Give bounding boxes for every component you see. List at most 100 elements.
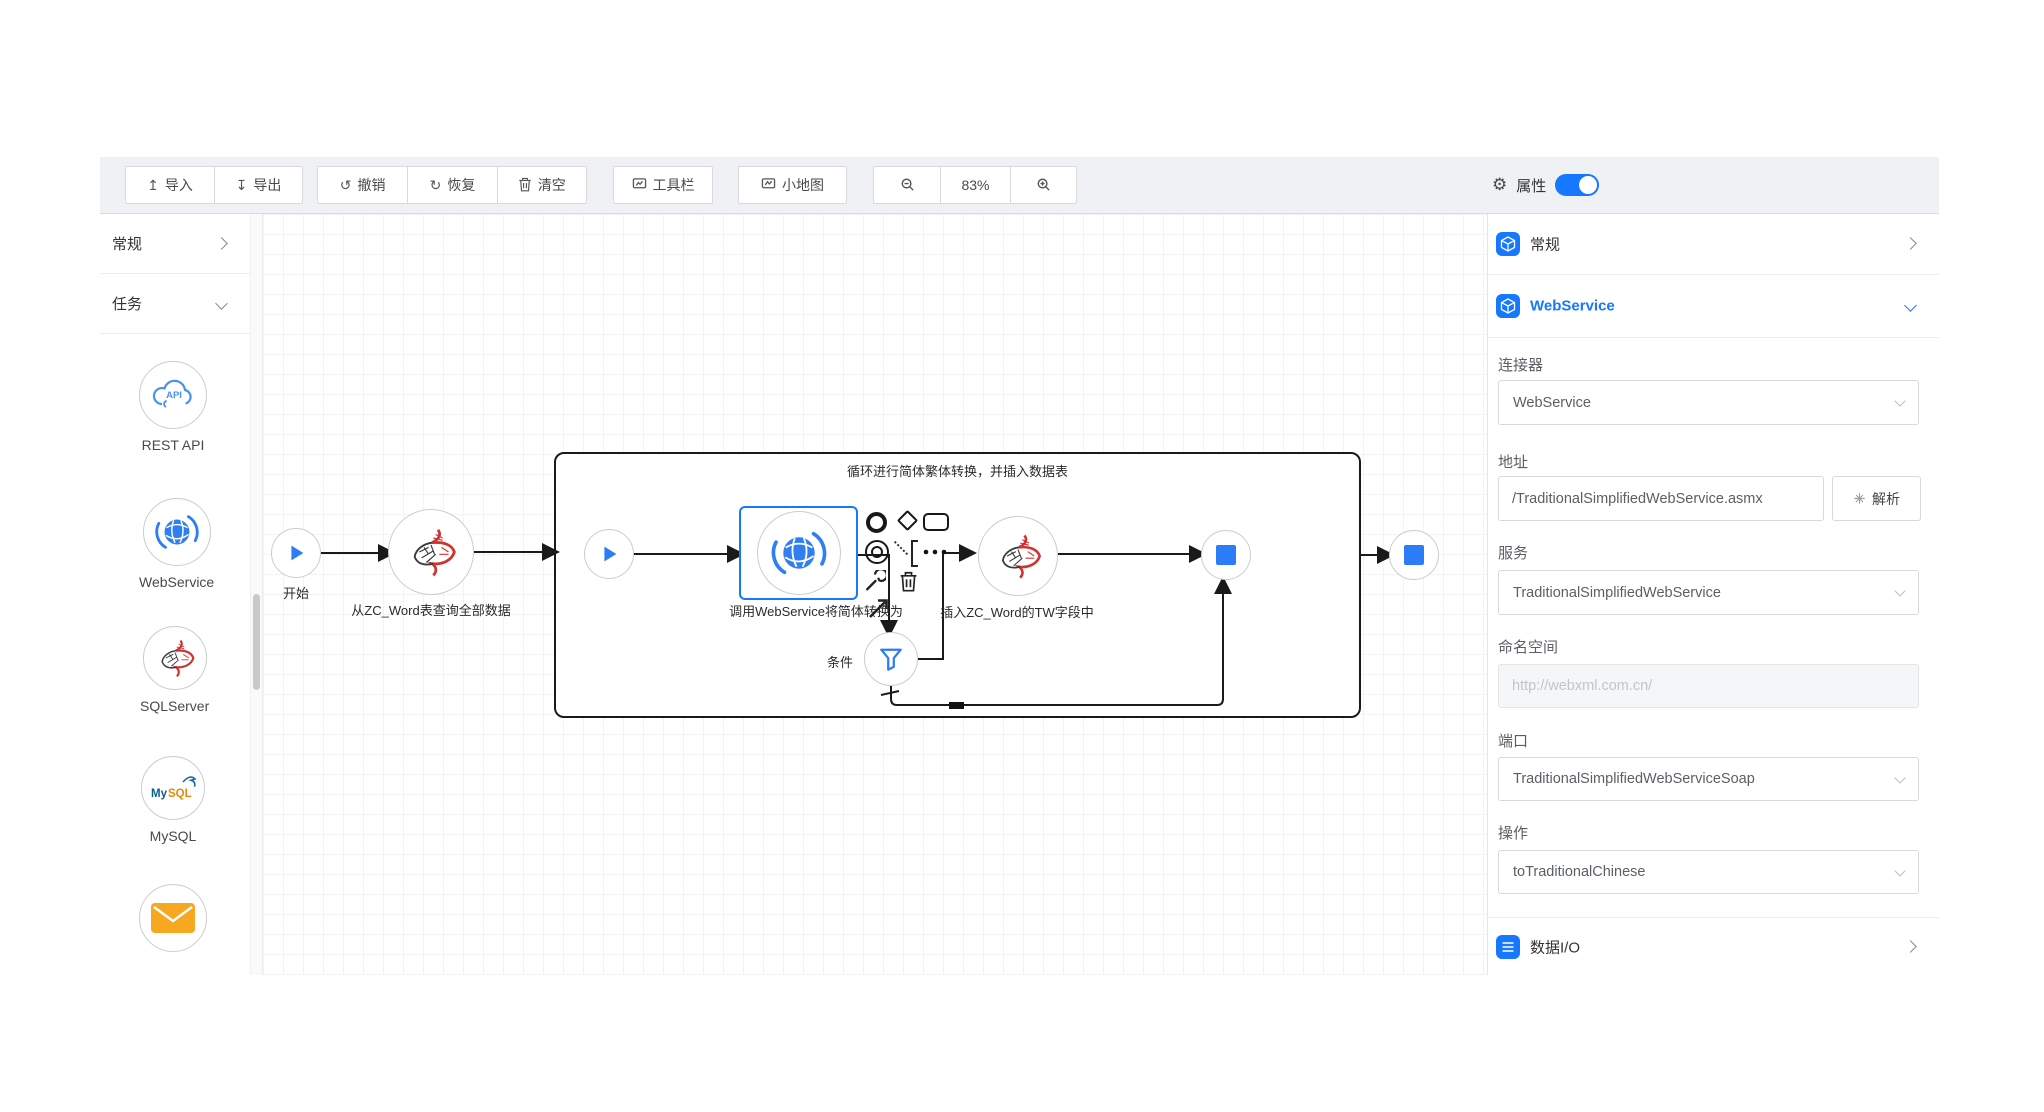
loop-end-node[interactable] [1201,530,1251,580]
filter-icon [878,646,904,672]
mysql-logo-icon: My SQL [141,756,205,820]
insert-sqlserver-node[interactable] [978,516,1058,596]
svg-text:My: My [151,788,168,800]
connector-select[interactable]: WebService [1498,380,1919,425]
stop-icon [1404,545,1424,565]
toolbox-label: 工具栏 [653,175,695,195]
sidebar-section-tasks-label: 任务 [112,293,142,314]
panel-section-webservice[interactable]: WebService [1488,275,1939,338]
properties-control: ⚙ 属性 [1492,166,1599,204]
condition-node[interactable] [864,632,918,686]
parse-spark-icon [1853,492,1866,505]
svg-text:SQL: SQL [168,788,192,800]
sidebar-section-general[interactable]: 常规 [100,214,250,274]
toggle-knob [1579,176,1597,194]
zoom-in-icon [1036,177,1051,194]
toolbar-group-toolbox: 工具栏 [613,166,713,204]
wrench-icon[interactable] [864,570,886,592]
service-select[interactable]: TraditionalSimplifiedWebService [1498,570,1919,615]
import-button[interactable]: ↥ 导入 [126,167,214,203]
cube-icon [1496,294,1520,318]
export-button[interactable]: ↧ 导出 [214,167,302,203]
sqlserver-logo-icon [992,530,1044,582]
trash-icon[interactable] [898,570,919,593]
toolbox-icon [632,177,647,193]
sidebar-scrollbar-thumb[interactable] [253,594,260,690]
port-value: TraditionalSimplifiedWebServiceSoap [1513,771,1896,787]
start-node[interactable] [271,528,321,578]
export-label: 导出 [253,175,281,195]
clear-button[interactable]: 清空 [497,167,586,203]
arrow-up-right-icon[interactable] [867,596,891,620]
properties-label: 属性 [1516,175,1546,196]
palette-item-label: REST API [142,437,205,453]
import-icon: ↥ [147,178,159,192]
palette-item-sqlserver[interactable]: SQLServer [140,626,209,714]
panel-section-general[interactable]: 常规 [1488,214,1939,275]
sidebar-scrollbar[interactable] [250,214,262,975]
parse-button[interactable]: 解析 [1832,476,1921,521]
properties-toggle[interactable] [1555,174,1599,196]
palette-bracket-button[interactable] [911,540,918,567]
palette-item-mysql[interactable]: My SQL MySQL [141,756,205,844]
toolbar-group-edit: ↺ 撤销 ↻ 恢复 清空 [317,166,587,204]
rest-api-icon: API [139,361,207,429]
chevron-right-icon [1906,938,1915,956]
minimap-button[interactable]: 小地图 [739,167,846,203]
flow-designer-app: ↥ 导入 ↧ 导出 ↺ 撤销 ↻ 恢复 清空 [100,157,1939,975]
redo-label: 恢复 [447,175,475,195]
service-value: TraditionalSimplifiedWebService [1513,585,1896,601]
sidebar-section-tasks[interactable]: 任务 [100,274,250,334]
webservice-globe-icon [757,511,841,595]
namespace-field-label: 命名空间 [1498,636,1558,657]
svg-text:API: API [166,390,182,401]
sqlserver-logo-icon [403,524,459,580]
play-icon [598,543,620,565]
webservice-globe-icon [143,498,211,566]
redo-button[interactable]: ↻ 恢复 [407,167,496,203]
toolbar-group-io: ↥ 导入 ↧ 导出 [125,166,303,204]
operation-select[interactable]: toTraditionalChinese [1498,850,1919,894]
palette-rect-node-button[interactable] [923,513,949,531]
address-input[interactable] [1498,476,1824,521]
palette-item-rest-api[interactable]: API REST API [139,361,207,453]
toolbox-button[interactable]: 工具栏 [614,167,712,203]
zoom-out-button[interactable] [874,167,940,203]
palette-double-circle-button[interactable] [865,540,889,564]
end-node[interactable] [1389,530,1439,580]
toolbar-group-minimap: 小地图 [738,166,847,204]
flow-canvas[interactable]: 循环进行简体繁体转换，并插入数据表 [262,214,1487,975]
chevron-down-icon [1894,395,1905,406]
chevron-right-icon [217,235,226,253]
operation-field-label: 操作 [1498,822,1528,843]
query-sqlserver-node[interactable] [388,509,474,595]
palette-item-webservice[interactable]: WebService [139,498,214,590]
palette-circle-node-button[interactable] [866,512,887,533]
zoom-level-value: 83% [961,177,989,193]
chevron-down-icon [1906,297,1915,315]
palette-item-label: MySQL [150,828,197,844]
trash-icon [518,177,532,194]
connector-field-label: 连接器 [1498,354,1543,375]
port-select[interactable]: TraditionalSimplifiedWebServiceSoap [1498,757,1919,801]
undo-button[interactable]: ↺ 撤销 [318,167,407,203]
zoom-level[interactable]: 83% [940,167,1009,203]
zoom-in-button[interactable] [1010,167,1076,203]
webservice-node-selected[interactable] [739,506,858,600]
palette-item-email[interactable] [139,884,207,952]
export-icon: ↧ [236,178,248,192]
port-field-label: 端口 [1498,730,1528,751]
service-field-label: 服务 [1498,542,1528,563]
chevron-down-icon [1894,865,1905,876]
operation-value: toTraditionalChinese [1513,864,1896,880]
play-icon [285,542,307,564]
connector-value: WebService [1513,395,1896,411]
workspace: 常规 任务 API REST API [100,214,1939,975]
insert-node-label: 插入ZC_Word的TW字段中 [940,602,1094,621]
gear-icon: ⚙ [1492,175,1507,195]
toolbar-group-zoom: 83% [873,166,1077,204]
sidebar-section-general-label: 常规 [112,233,142,254]
flow-edges [263,214,1487,975]
panel-section-data-io[interactable]: 数据I/O [1488,917,1939,975]
loop-start-node[interactable] [584,529,634,579]
